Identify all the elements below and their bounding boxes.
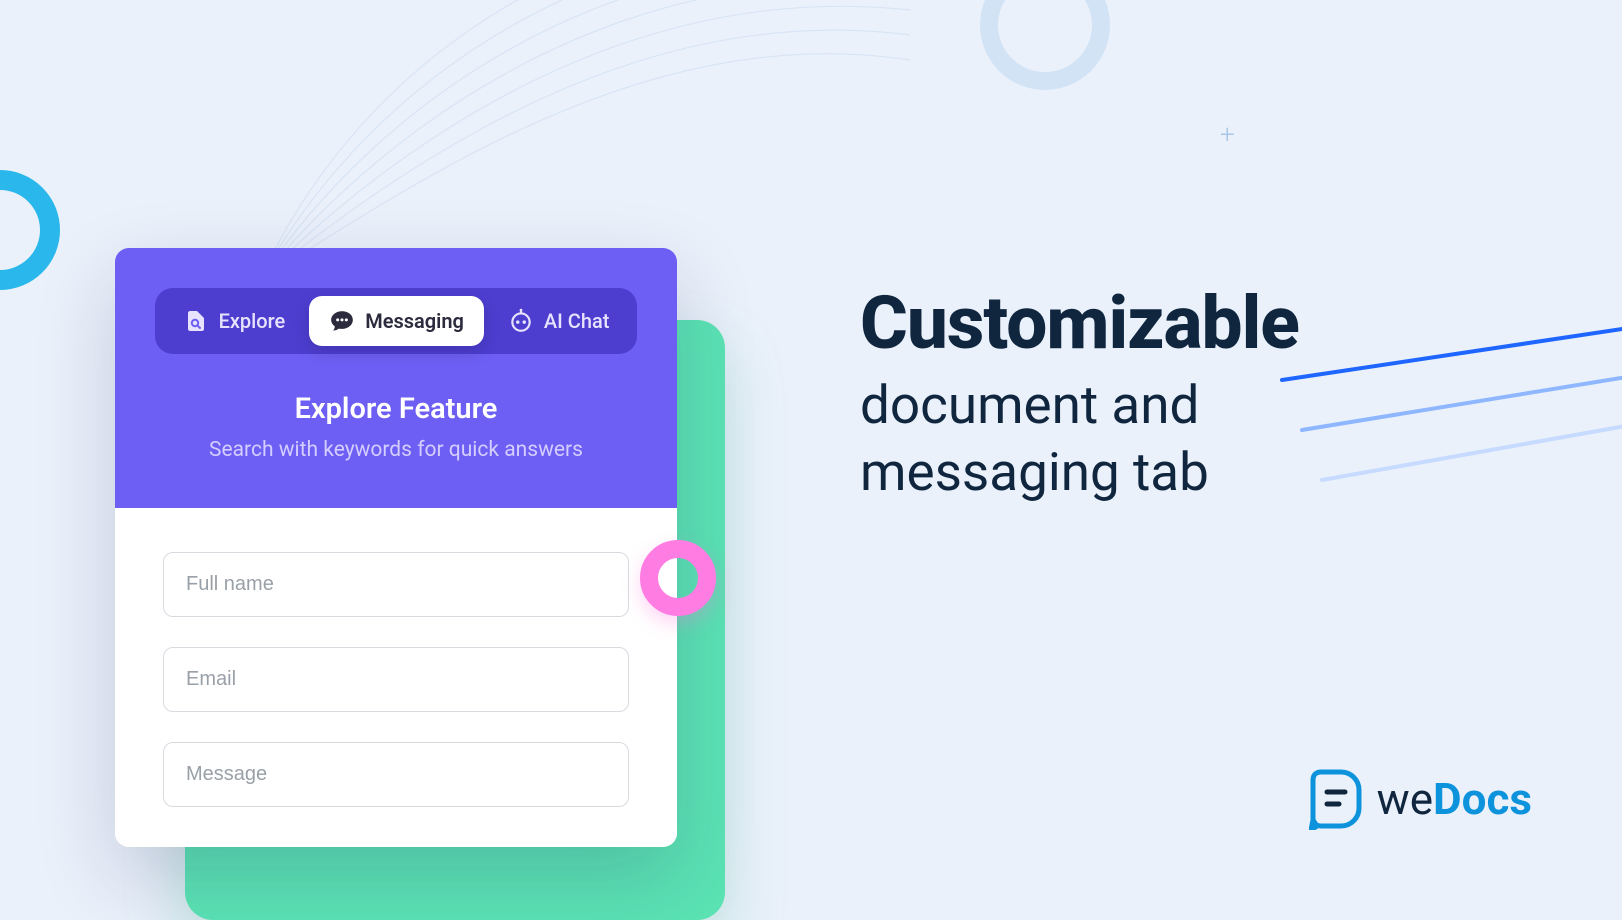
headline-line-3: messaging tab [860,439,1480,507]
tab-explore[interactable]: Explore [163,296,306,346]
chat-icon [329,308,355,334]
brand-suffix: Docs [1433,773,1532,825]
decor-arc-lines [260,0,910,280]
decor-ring-top [980,0,1110,90]
widget-header: Explore Messaging [115,248,677,508]
tab-ai-chat-label: AI Chat [544,309,610,333]
brand-prefix: we [1377,773,1433,825]
widget-subtitle: Search with keywords for quick answers [145,438,647,462]
message-input[interactable] [163,742,629,807]
tab-explore-label: Explore [219,309,286,333]
explore-icon [183,308,209,334]
brand-mark-icon [1309,768,1363,830]
decor-pink-ring [640,540,716,616]
robot-icon [508,308,534,334]
headline-bold: Customizable [860,285,1480,362]
tab-messaging-label: Messaging [365,309,464,333]
tab-messaging[interactable]: Messaging [309,296,484,346]
decor-plus-icon: + [1220,120,1235,150]
messaging-widget: Explore Messaging [115,248,677,847]
tab-ai-chat[interactable]: AI Chat [488,296,630,346]
marketing-headline: Customizable document and messaging tab [860,285,1480,507]
brand-logo: weDocs [1309,768,1532,830]
decor-ring-left [0,170,60,290]
widget-body [115,508,677,847]
full-name-input[interactable] [163,552,629,617]
headline-line-2: document and [860,372,1480,440]
widget-title: Explore Feature [145,392,647,426]
email-input[interactable] [163,647,629,712]
brand-name: weDocs [1377,773,1532,825]
widget-tabbar: Explore Messaging [155,288,638,354]
